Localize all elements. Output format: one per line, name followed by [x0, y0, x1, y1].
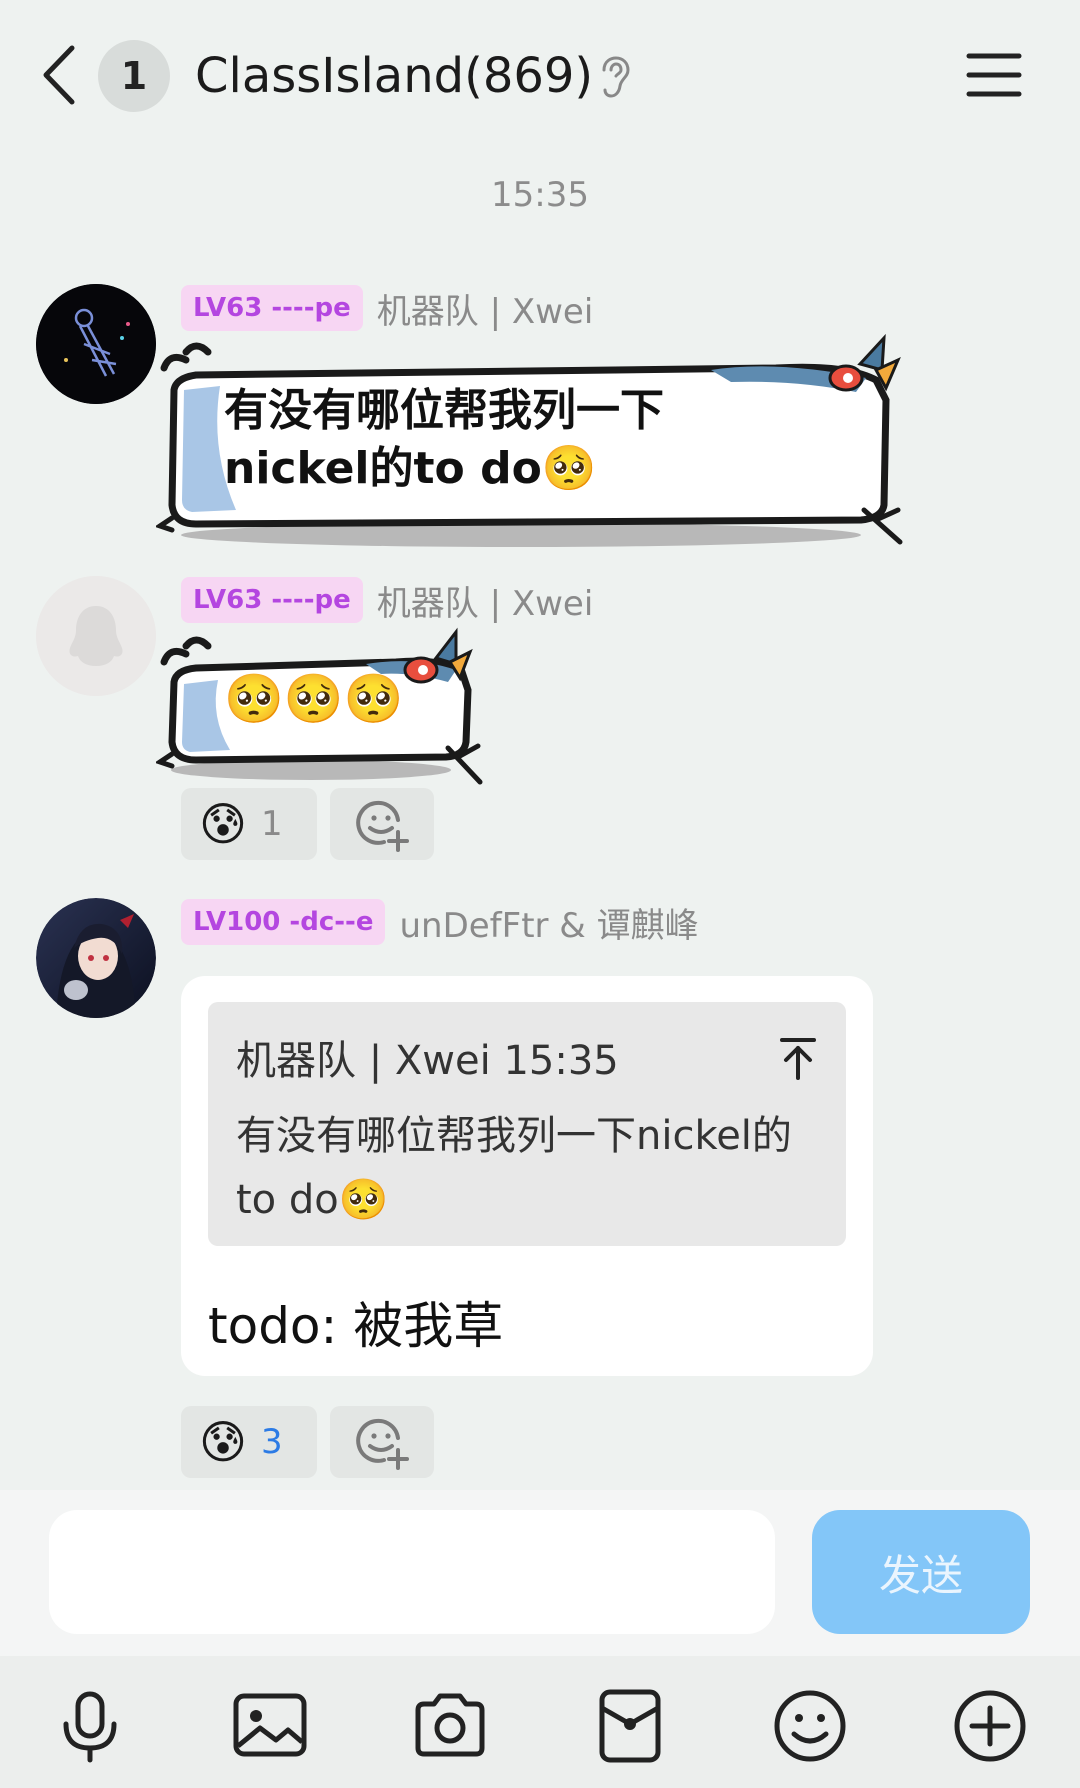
level-badge: LV63 ----pe	[181, 577, 363, 623]
anxious-sweat-emoji: 😰	[199, 797, 247, 851]
time-divider: 15:35	[491, 175, 589, 215]
image-icon[interactable]	[230, 1686, 310, 1766]
chat-header: 1 ClassIsland(869)	[0, 0, 1080, 150]
jump-to-original-icon[interactable]	[778, 1036, 818, 1080]
input-bar: 发送	[0, 1490, 1080, 1656]
message-meta: LV100 -dc--e unDefFtr & 谭麒峰	[181, 898, 699, 946]
avatar[interactable]	[36, 576, 156, 696]
unread-count-badge[interactable]: 1	[98, 40, 170, 112]
reaction-count: 1	[260, 804, 283, 844]
reaction-count: 3	[260, 1422, 283, 1462]
avatar[interactable]	[36, 898, 156, 1018]
sender-name[interactable]: unDefFtr & 谭麒峰	[399, 898, 698, 947]
astronaut-avatar-image	[36, 284, 156, 404]
add-emoji-icon	[356, 1418, 409, 1470]
sender-name[interactable]: 机器队 | Xwei	[377, 576, 594, 625]
sender-name[interactable]: 机器队 | Xwei	[377, 284, 594, 333]
avatar[interactable]	[36, 284, 156, 404]
message-text-line-1: 有没有哪位帮我列一下	[224, 385, 664, 436]
menu-icon[interactable]	[966, 50, 1022, 100]
chat-title[interactable]: ClassIsland(869)	[195, 40, 593, 112]
default-penguin-avatar-image	[36, 576, 156, 696]
plus-icon[interactable]	[950, 1686, 1030, 1766]
message-meta: LV63 ----pe 机器队 | Xwei	[181, 576, 593, 624]
message-text: todo: 被我草	[208, 1297, 504, 1355]
reaction-chip[interactable]: 😰 1	[181, 788, 317, 860]
message-meta: LV63 ----pe 机器队 | Xwei	[181, 284, 593, 332]
add-reaction-button[interactable]	[330, 788, 434, 860]
add-emoji-icon	[356, 800, 409, 852]
message-text-line-2: nickel的to do🥺	[224, 443, 597, 494]
message-text: 🥺🥺🥺	[224, 671, 404, 727]
message-bubble[interactable]: 🥺🥺🥺	[156, 622, 496, 792]
quoted-message[interactable]: 机器队 | Xwei 15:35 有没有哪位帮我列一下nickel的to do🥺	[208, 1002, 846, 1246]
red-packet-icon[interactable]	[590, 1686, 670, 1766]
input-toolbar	[0, 1656, 1080, 1788]
message-bubble[interactable]: 有没有哪位帮我列一下 nickel的to do🥺	[156, 330, 916, 560]
reply-message-bubble[interactable]: 机器队 | Xwei 15:35 有没有哪位帮我列一下nickel的to do🥺…	[181, 976, 873, 1376]
add-reaction-button[interactable]	[330, 1406, 434, 1478]
anime-girl-avatar-image	[36, 898, 156, 1018]
level-badge: LV100 -dc--e	[181, 899, 386, 945]
send-button[interactable]: 发送	[812, 1510, 1030, 1634]
emoji-icon[interactable]	[770, 1686, 850, 1766]
anxious-sweat-emoji: 😰	[199, 1415, 247, 1469]
quoted-message-header: 机器队 | Xwei 15:35	[236, 1038, 619, 1084]
quoted-message-text: 有没有哪位帮我列一下nickel的to do🥺	[236, 1113, 792, 1223]
camera-icon[interactable]	[410, 1686, 490, 1766]
reaction-chip[interactable]: 😰 3	[181, 1406, 317, 1478]
message-input[interactable]	[49, 1510, 775, 1634]
back-arrow-icon[interactable]	[36, 42, 86, 108]
level-badge: LV63 ----pe	[181, 285, 363, 331]
ear-icon[interactable]	[598, 56, 632, 98]
microphone-icon[interactable]	[50, 1686, 130, 1766]
